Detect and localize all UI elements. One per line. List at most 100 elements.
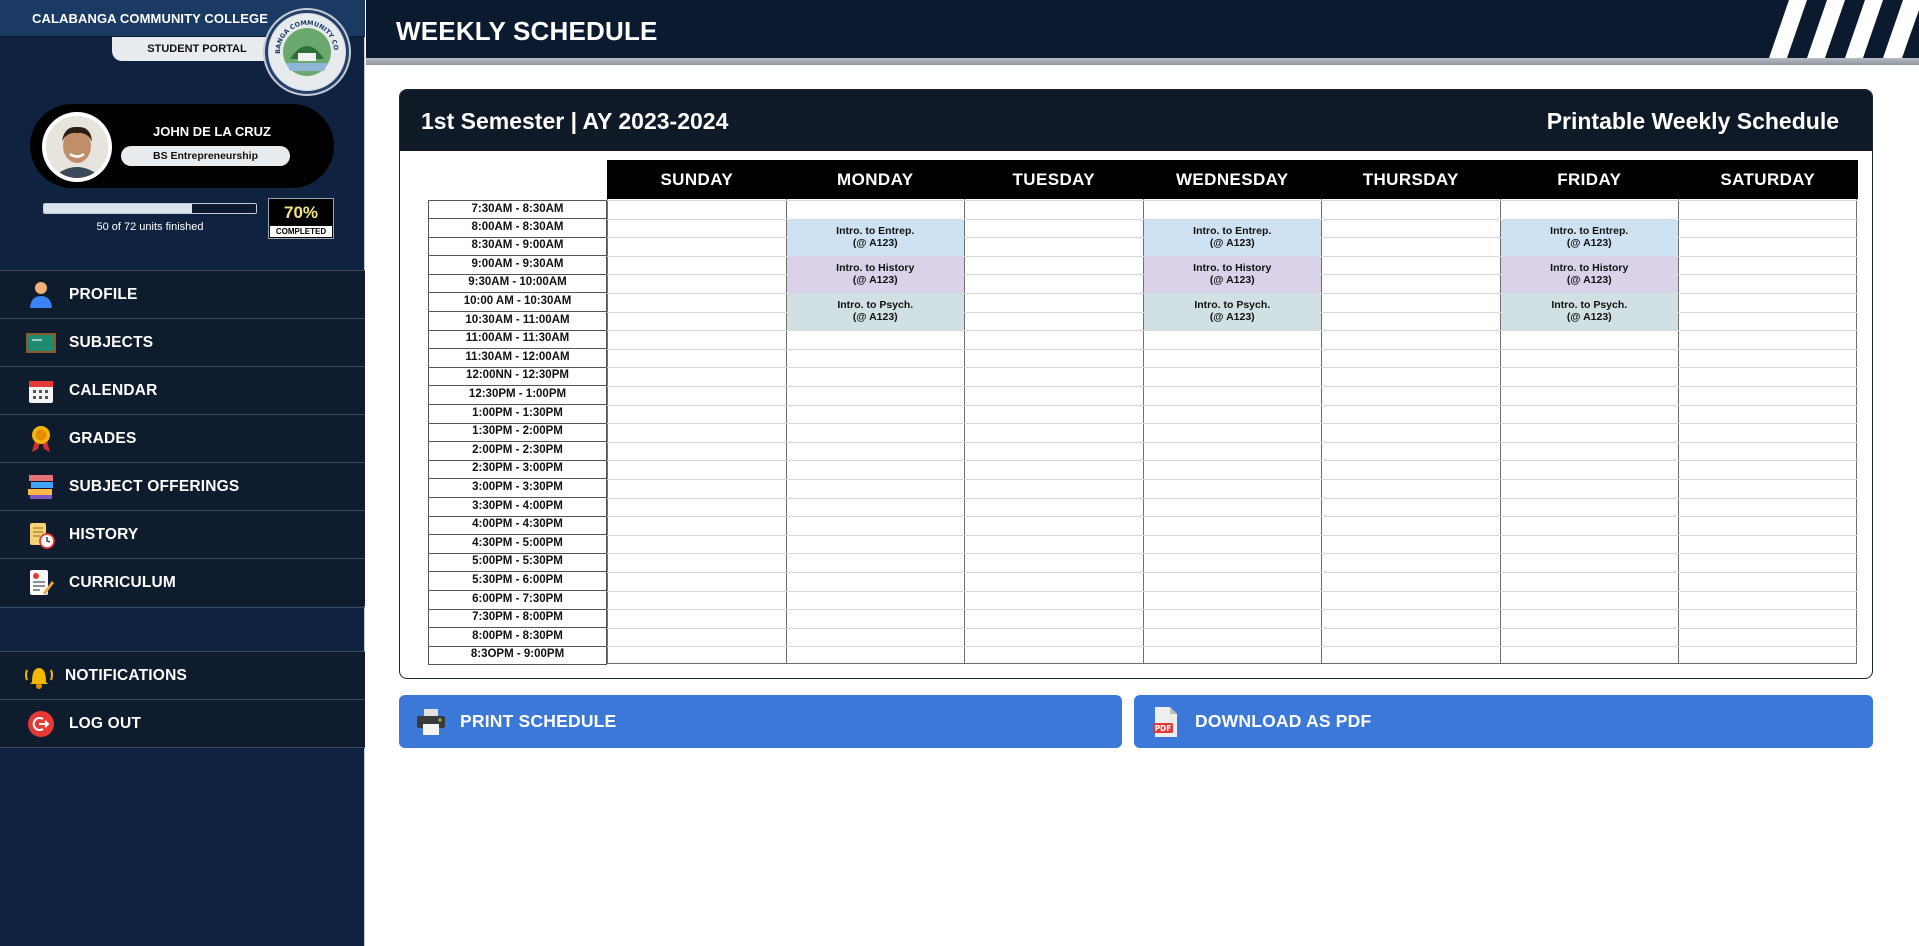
class-room: (@ A123) <box>1209 273 1255 286</box>
grid-line <box>607 423 1857 425</box>
class-block[interactable]: Intro. to Entrep. (@ A123) <box>1500 218 1678 256</box>
grid-line <box>607 497 1857 499</box>
day-header-wednesday: WEDNESDAY <box>1142 160 1322 199</box>
nav-label: CALENDAR <box>69 381 158 399</box>
logout-icon <box>26 709 56 739</box>
time-slot-label: 4:00PM - 4:30PM <box>428 516 607 536</box>
class-title: Intro. to Psych. <box>1551 299 1628 311</box>
grid-line <box>607 534 1857 536</box>
class-title: Intro. to Psych. <box>1194 299 1271 311</box>
grid-line <box>607 479 1857 480</box>
grid-line <box>607 627 1857 629</box>
grid-line <box>607 663 1857 664</box>
chalkboard-icon <box>26 328 56 358</box>
class-block[interactable]: Intro. to Psych. (@ A123) <box>786 293 964 331</box>
nav-label: HISTORY <box>69 525 139 543</box>
grid-line <box>607 590 1857 592</box>
day-header-tuesday: TUESDAY <box>964 160 1144 199</box>
completion-badge: 70% COMPLETED <box>268 198 334 239</box>
document-pen-icon <box>26 568 56 598</box>
download-pdf-button[interactable]: PDF DOWNLOAD AS PDF <box>1134 695 1873 748</box>
print-schedule-button[interactable]: PRINT SCHEDULE <box>399 695 1122 748</box>
day-header-thursday: THURSDAY <box>1321 160 1501 199</box>
nav-grades[interactable]: GRADES <box>0 414 365 462</box>
time-slot-label: 1:00PM - 1:30PM <box>428 404 607 424</box>
grid-line <box>607 200 1857 201</box>
class-title: Intro. to Entrep. <box>836 224 915 237</box>
nav-log-out[interactable]: LOG OUT <box>0 699 365 748</box>
grid-line <box>607 386 1857 387</box>
scroll-clock-icon <box>26 520 56 550</box>
class-title: Intro. to Entrep. <box>1193 224 1272 237</box>
grid-line <box>607 646 1857 648</box>
schedule-card-header: 1st Semester | AY 2023-2024 Printable We… <box>400 90 1872 151</box>
nav-label: SUBJECTS <box>69 333 154 351</box>
time-slot-label: 9:00AM - 9:30AM <box>428 255 607 275</box>
day-header-saturday: SATURDAY <box>1678 160 1858 199</box>
nav-calendar[interactable]: CALENDAR <box>0 366 365 414</box>
time-slot-label: 11:30AM - 12:00AM <box>428 348 607 368</box>
class-block[interactable]: Intro. to History (@ A123) <box>786 255 964 293</box>
class-title: Intro. to History <box>1550 261 1629 274</box>
class-title: Intro. to History <box>836 261 915 274</box>
nav-notifications[interactable]: NOTIFICATIONS <box>0 651 365 699</box>
class-block[interactable]: Intro. to Psych. (@ A123) <box>1500 293 1678 331</box>
time-slot-label: 2:30PM - 3:00PM <box>428 460 607 480</box>
class-room: (@ A123) <box>1209 236 1255 249</box>
grid-line <box>607 330 1857 332</box>
time-slot-label: 2:00PM - 2:30PM <box>428 441 607 461</box>
grid-line <box>607 404 1857 406</box>
bell-icon <box>24 661 54 691</box>
class-block[interactable]: Intro. to Entrep. (@ A123) <box>786 218 964 256</box>
units-progress-bar <box>43 203 257 214</box>
time-slot-label: 12:30PM - 1:00PM <box>428 386 607 406</box>
class-title: Intro. to History <box>1193 261 1272 274</box>
nav-label: LOG OUT <box>69 714 142 732</box>
class-room: (@ A123) <box>852 236 898 249</box>
printer-icon <box>415 706 447 738</box>
day-header-sunday: SUNDAY <box>607 160 787 199</box>
class-room: (@ A123) <box>1566 273 1612 286</box>
class-title: Intro. to Psych. <box>837 299 914 311</box>
grid-line <box>607 553 1857 555</box>
time-slot-label: 7:30PM - 8:00PM <box>428 609 607 629</box>
class-room: (@ A123) <box>852 311 898 323</box>
time-slot-label: 9:30AM - 10:00AM <box>428 274 607 294</box>
nav-subject-offerings[interactable]: SUBJECT OFFERINGS <box>0 462 365 510</box>
nav-label: CURRICULUM <box>69 573 177 591</box>
nav-label: NOTIFICATIONS <box>65 666 187 684</box>
portal-label: STUDENT PORTAL <box>112 37 282 61</box>
profile-card: JOHN DE LA CRUZ BS Entrepreneurship <box>30 104 334 188</box>
grid-line <box>607 609 1857 611</box>
grid-line <box>607 460 1857 462</box>
time-slot-label: 5:30PM - 6:00PM <box>428 572 607 592</box>
program-badge: BS Entrepreneurship <box>121 146 290 166</box>
time-slot-label: 5:00PM - 5:30PM <box>428 553 607 573</box>
day-header-friday: FRIDAY <box>1499 160 1679 199</box>
class-block[interactable]: Intro. to History (@ A123) <box>1143 255 1321 293</box>
class-block[interactable]: Intro. to History (@ A123) <box>1500 255 1678 293</box>
award-ribbon-icon <box>26 424 56 454</box>
nav-history[interactable]: HISTORY <box>0 510 365 558</box>
nav-subjects[interactable]: SUBJECTS <box>0 318 365 366</box>
college-seal-logo: CALABANGA COMMUNITY COLLEGE <box>265 10 349 94</box>
nav-curriculum[interactable]: CURRICULUM <box>0 558 365 606</box>
download-pdf-label: DOWNLOAD AS PDF <box>1195 711 1372 731</box>
header-divider <box>366 58 1919 65</box>
page-title: WEEKLY SCHEDULE <box>396 16 658 46</box>
completion-label: COMPLETED <box>270 226 332 237</box>
day-header-monday: MONDAY <box>785 160 965 199</box>
class-block[interactable]: Intro. to Entrep. (@ A123) <box>1143 218 1321 256</box>
nav-label: SUBJECT OFFERINGS <box>69 477 240 495</box>
semester-title: 1st Semester | AY 2023-2024 <box>421 108 729 134</box>
units-progress-fill <box>44 204 193 213</box>
time-slot-label: 12:00NN - 12:30PM <box>428 367 607 387</box>
header-stripes-decoration <box>1769 0 1919 58</box>
grid-line <box>607 516 1857 518</box>
class-room: (@ A123) <box>1566 311 1612 323</box>
nav-profile[interactable]: PROFILE <box>0 270 365 318</box>
class-block[interactable]: Intro. to Psych. (@ A123) <box>1143 293 1321 331</box>
page-header: WEEKLY SCHEDULE <box>366 0 1919 58</box>
time-slot-label: 10:30AM - 11:00AM <box>428 311 607 331</box>
printable-schedule-title: Printable Weekly Schedule <box>1546 108 1839 134</box>
